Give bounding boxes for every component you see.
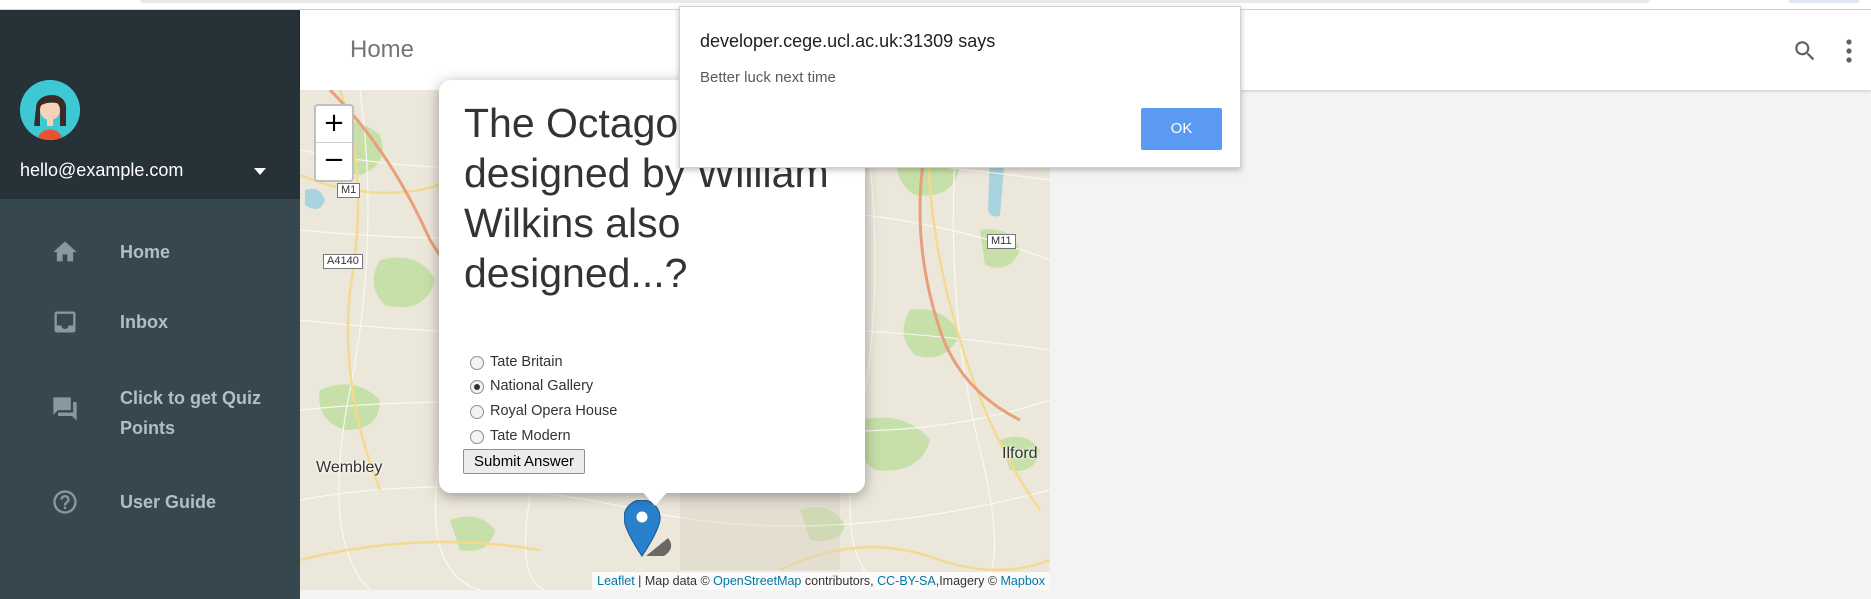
radio-button[interactable]: [470, 430, 484, 444]
inbox-icon: [54, 311, 76, 333]
road-label-a4140: A4140: [323, 254, 363, 269]
attribution-text: ,Imagery ©: [935, 574, 1001, 588]
browser-button-edge: [1789, 0, 1859, 3]
answer-label: Tate Modern: [490, 428, 571, 444]
popup-tip: [641, 490, 669, 506]
answer-label: Royal Opera House: [490, 403, 618, 419]
alert-title: developer.cege.ucl.ac.uk:31309 says: [700, 31, 996, 51]
radio-button[interactable]: [470, 405, 484, 419]
more-vert-icon[interactable]: [1845, 38, 1853, 64]
zoom-out-button[interactable]: −: [316, 143, 352, 179]
search-icon[interactable]: [1792, 38, 1818, 64]
address-bar-edge: [140, 0, 1650, 3]
alert-dialog: developer.cege.ucl.ac.uk:31309 says Bett…: [679, 6, 1241, 168]
road-label-m11: M11: [987, 234, 1016, 249]
sidebar-item-inbox[interactable]: Inbox: [0, 293, 300, 353]
attribution-text: contributors,: [801, 574, 878, 588]
avatar[interactable]: [20, 80, 80, 140]
road-label-m1: M1: [337, 183, 361, 198]
sidebar-item-label: Click to get Quiz Points: [120, 388, 262, 438]
zoom-control: + −: [314, 104, 354, 182]
chat-icon: [53, 397, 77, 421]
map-attribution: Leaflet | Map data © OpenStreetMap contr…: [592, 572, 1050, 590]
sidebar-item-label: User Guide: [120, 492, 217, 512]
attribution-text: | Map data ©: [634, 574, 714, 588]
avatar-icon: [20, 80, 80, 140]
sidebar-item-quiz-points[interactable]: Click to get Quiz Points: [0, 373, 300, 453]
app-root: hello@example.com Home Inbox Click to ge…: [0, 0, 1871, 599]
page-title: Home: [350, 36, 415, 63]
radio-button[interactable]: [470, 380, 484, 394]
map-marker-icon[interactable]: [624, 500, 676, 562]
sidebar-item-label: Home: [120, 242, 171, 262]
zoom-in-button[interactable]: +: [316, 106, 352, 143]
license-link[interactable]: CC-BY-SA: [877, 574, 936, 588]
sidebar-item-home[interactable]: Home: [0, 223, 300, 283]
navigation-drawer: hello@example.com Home Inbox Click to ge…: [0, 10, 300, 599]
leaflet-link[interactable]: Leaflet: [597, 574, 635, 588]
map-label-ilford: Ilford: [1002, 445, 1038, 462]
submit-answer-button[interactable]: Submit Answer: [463, 449, 586, 474]
sidebar-item-user-guide[interactable]: User Guide: [0, 473, 300, 533]
map-label-wembley: Wembley: [316, 459, 383, 476]
home-icon: [53, 241, 77, 262]
account-email: hello@example.com: [20, 160, 184, 180]
answer-label: National Gallery: [490, 378, 594, 394]
chevron-down-icon[interactable]: [252, 165, 268, 177]
alert-message: Better luck next time: [700, 69, 836, 86]
openstreetmap-link[interactable]: OpenStreetMap: [713, 574, 801, 588]
drawer-header: hello@example.com: [0, 10, 300, 199]
answer-label: Tate Britain: [490, 354, 563, 370]
mapbox-link[interactable]: Mapbox: [1001, 574, 1045, 588]
ok-button[interactable]: OK: [1141, 108, 1222, 150]
sidebar-item-label: Inbox: [120, 312, 168, 332]
radio-button[interactable]: [470, 356, 484, 370]
help-icon: [53, 490, 77, 514]
